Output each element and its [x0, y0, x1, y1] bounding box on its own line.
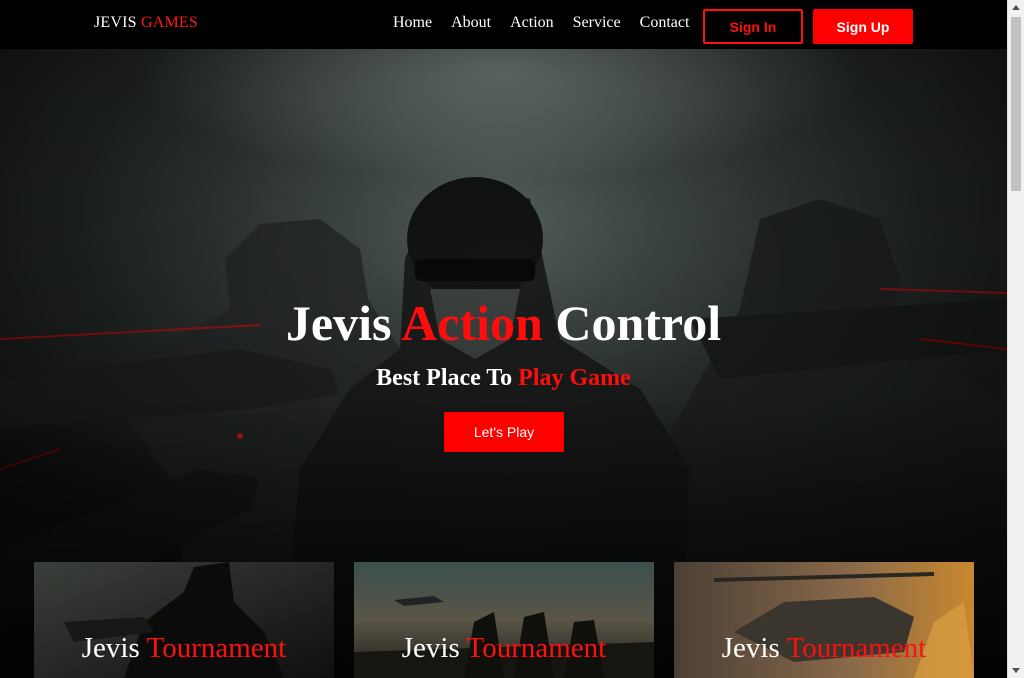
brand-accent: GAMES: [140, 14, 198, 31]
brand-logo[interactable]: JEVIS GAMES: [94, 14, 198, 32]
hero-title-accent: Action: [401, 295, 543, 351]
nav-link-service[interactable]: Service: [573, 14, 621, 32]
scrollbar-thumb[interactable]: [1011, 17, 1021, 191]
card-3-title-accent: Tournament: [786, 632, 927, 664]
card-1-title-accent: Tournament: [146, 632, 287, 664]
hero-title-first: Jevis: [285, 295, 392, 351]
card-2-title-accent: Tournament: [466, 632, 607, 664]
card-3-title: Jevis Tournament: [674, 632, 974, 665]
hero-title-last: Control: [555, 295, 722, 351]
tournament-card-3[interactable]: Jevis Tournament: [674, 562, 974, 678]
card-1-title: Jevis Tournament: [34, 632, 334, 665]
card-2-title: Jevis Tournament: [354, 632, 654, 665]
nav-links: Home About Action Service Contact: [393, 14, 708, 32]
nav-link-home[interactable]: Home: [393, 14, 432, 32]
page-scrollbar[interactable]: [1007, 0, 1024, 678]
hero-subtitle-first: Best Place To: [376, 365, 513, 391]
card-2-title-first: Jevis: [401, 632, 460, 664]
hero-subtitle-accent: Play Game: [518, 365, 631, 391]
scroll-up-arrow-icon[interactable]: [1012, 5, 1020, 10]
nav-link-contact[interactable]: Contact: [640, 14, 690, 32]
hero-title: Jevis Action Control: [0, 295, 1007, 351]
card-1-title-first: Jevis: [81, 632, 140, 664]
nav-link-about[interactable]: About: [451, 14, 491, 32]
card-3-title-first: Jevis: [721, 632, 780, 664]
hero-section: Jevis Action Control Best Place To Play …: [0, 49, 1007, 678]
scroll-down-arrow-icon[interactable]: [1012, 668, 1020, 673]
sign-in-button[interactable]: Sign In: [703, 9, 803, 44]
tournament-card-2[interactable]: Jevis Tournament: [354, 562, 654, 678]
hero-subtitle: Best Place To Play Game: [0, 365, 1007, 392]
sign-up-button[interactable]: Sign Up: [813, 9, 913, 44]
tournament-card-1[interactable]: Jevis Tournament: [34, 562, 334, 678]
nav-link-action[interactable]: Action: [510, 14, 554, 32]
top-navbar: JEVIS GAMES Home About Action Service Co…: [0, 0, 1007, 49]
lets-play-button[interactable]: Let's Play: [444, 412, 564, 452]
brand-first: JEVIS: [94, 14, 137, 31]
